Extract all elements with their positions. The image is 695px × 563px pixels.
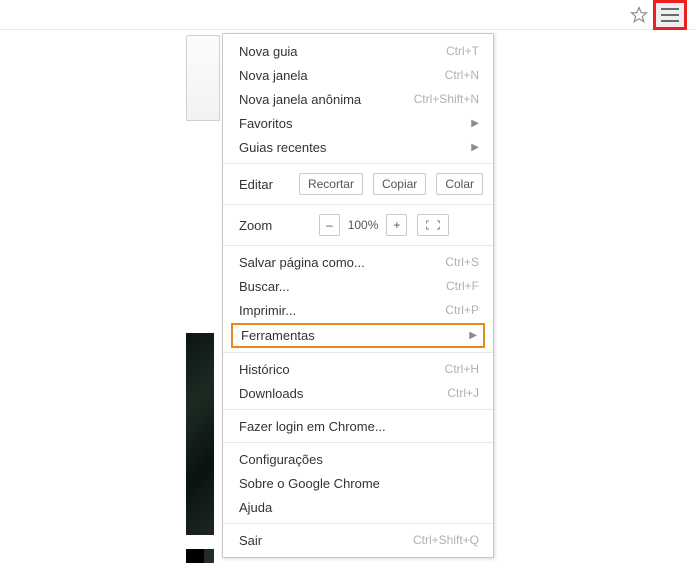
bookmark-star-icon[interactable]: [627, 3, 651, 27]
zoom-out-button[interactable]: –: [319, 214, 340, 236]
menu-label: Configurações: [239, 452, 323, 467]
menu-item-settings[interactable]: Configurações: [223, 447, 493, 471]
menu-label: Ferramentas: [241, 328, 315, 343]
menu-item-exit[interactable]: Sair Ctrl+Shift+Q: [223, 528, 493, 552]
menu-separator: [223, 442, 493, 443]
hamburger-icon: [661, 8, 679, 22]
page-image-edge: [186, 333, 214, 563]
menu-shortcut: Ctrl+N: [445, 68, 479, 82]
tab-edge: [186, 35, 220, 121]
zoom-value: 100%: [344, 216, 383, 234]
menu-shortcut: Ctrl+Shift+N: [414, 92, 479, 106]
cut-button[interactable]: Recortar: [299, 173, 363, 195]
menu-separator: [223, 204, 493, 205]
menu-label: Salvar página como...: [239, 255, 365, 270]
menu-shortcut: Ctrl+H: [445, 362, 479, 376]
page-content-edge: [186, 155, 220, 305]
menu-item-print[interactable]: Imprimir... Ctrl+P: [223, 298, 493, 322]
main-menu-button[interactable]: [653, 0, 687, 30]
fullscreen-icon: [426, 219, 440, 231]
menu-label: Nova janela: [239, 68, 308, 83]
menu-separator: [223, 523, 493, 524]
paste-button[interactable]: Colar: [436, 173, 483, 195]
menu-separator: [223, 245, 493, 246]
menu-label: Nova janela anônima: [239, 92, 361, 107]
menu-label: Histórico: [239, 362, 290, 377]
menu-separator: [223, 163, 493, 164]
menu-item-save-as[interactable]: Salvar página como... Ctrl+S: [223, 250, 493, 274]
zoom-label: Zoom: [239, 218, 309, 233]
copy-button[interactable]: Copiar: [373, 173, 426, 195]
menu-shortcut: Ctrl+Shift+Q: [413, 533, 479, 547]
page-background: [186, 35, 220, 535]
menu-item-recent-tabs[interactable]: Guias recentes ▶: [223, 135, 493, 159]
menu-shortcut: Ctrl+P: [445, 303, 479, 317]
menu-separator: [223, 352, 493, 353]
chevron-right-icon: ▶: [471, 118, 479, 129]
fullscreen-button[interactable]: [417, 214, 449, 236]
menu-shortcut: Ctrl+T: [446, 44, 479, 58]
menu-item-incognito[interactable]: Nova janela anônima Ctrl+Shift+N: [223, 87, 493, 111]
menu-label: Buscar...: [239, 279, 290, 294]
browser-toolbar: [0, 0, 695, 30]
menu-label: Ajuda: [239, 500, 272, 515]
menu-shortcut: Ctrl+F: [446, 279, 479, 293]
menu-shortcut: Ctrl+S: [445, 255, 479, 269]
menu-item-tools[interactable]: Ferramentas ▶: [231, 323, 485, 348]
menu-label: Fazer login em Chrome...: [239, 419, 386, 434]
chevron-right-icon: ▶: [471, 142, 479, 153]
menu-row-zoom: Zoom – 100% +: [223, 209, 493, 241]
menu-label: Sobre o Google Chrome: [239, 476, 380, 491]
menu-shortcut: Ctrl+J: [447, 386, 479, 400]
menu-item-new-tab[interactable]: Nova guia Ctrl+T: [223, 39, 493, 63]
menu-label: Downloads: [239, 386, 303, 401]
chevron-right-icon: ▶: [469, 330, 477, 341]
menu-item-signin[interactable]: Fazer login em Chrome...: [223, 414, 493, 438]
zoom-in-button[interactable]: +: [386, 214, 407, 236]
menu-item-new-window[interactable]: Nova janela Ctrl+N: [223, 63, 493, 87]
menu-item-history[interactable]: Histórico Ctrl+H: [223, 357, 493, 381]
menu-label: Favoritos: [239, 116, 292, 131]
menu-item-downloads[interactable]: Downloads Ctrl+J: [223, 381, 493, 405]
menu-item-bookmarks[interactable]: Favoritos ▶: [223, 111, 493, 135]
menu-label: Guias recentes: [239, 140, 326, 155]
menu-item-help[interactable]: Ajuda: [223, 495, 493, 519]
menu-row-edit: Editar Recortar Copiar Colar: [223, 168, 493, 200]
menu-label: Imprimir...: [239, 303, 296, 318]
menu-separator: [223, 409, 493, 410]
menu-item-about[interactable]: Sobre o Google Chrome: [223, 471, 493, 495]
chrome-menu: Nova guia Ctrl+T Nova janela Ctrl+N Nova…: [222, 33, 494, 558]
menu-label: Nova guia: [239, 44, 298, 59]
edit-label: Editar: [239, 177, 289, 192]
menu-item-find[interactable]: Buscar... Ctrl+F: [223, 274, 493, 298]
